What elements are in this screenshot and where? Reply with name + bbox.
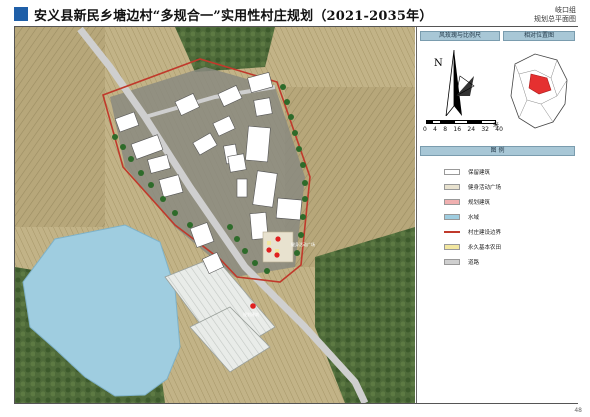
wind-rose: N xyxy=(434,49,475,116)
legend-panel-header: 图 例 xyxy=(420,146,575,156)
legend-item: 村庄建设边界 xyxy=(444,228,501,236)
subtitle-group-name: 岐口组 xyxy=(555,6,576,14)
scale-unit: 米 xyxy=(493,122,500,129)
marker-plaza-2[interactable] xyxy=(275,236,281,242)
satellite-map[interactable]: 健身活动广场 规划建筑 xyxy=(15,27,415,403)
scale-tick: 0 xyxy=(423,126,427,133)
scale-panel-header: 风玫瑰与比例尺 xyxy=(420,31,500,41)
scale-ticks: 0 4 8 16 24 32 40 xyxy=(423,126,503,133)
legend-item: 水域 xyxy=(444,213,479,221)
legend-label: 规划建筑 xyxy=(468,200,491,206)
legend-swatch-planned xyxy=(444,199,460,205)
scale-tick: 4 xyxy=(433,126,437,133)
page-title: 安义县新民乡塘边村“多规合一”实用性村庄规划（2021-2035年） xyxy=(34,8,433,24)
title-marker xyxy=(14,7,28,21)
location-map xyxy=(510,53,568,129)
map-subtitle: 岐口组 规划总平面图 xyxy=(534,6,576,24)
scale-tick: 16 xyxy=(453,126,462,133)
marker-plaza-3[interactable] xyxy=(274,252,280,258)
legend-item: 永久基本农田 xyxy=(444,243,501,251)
marker-planned-building[interactable] xyxy=(250,303,256,309)
subtitle-plan-name: 规划总平面图 xyxy=(534,15,576,23)
legend-label: 道路 xyxy=(468,260,480,266)
legend-swatch-plaza xyxy=(444,184,460,190)
legend-label: 永久基本农田 xyxy=(468,245,502,251)
legend-swatch-boundary xyxy=(444,230,460,234)
page-number: 48 xyxy=(574,407,582,414)
scale-tick: 24 xyxy=(467,126,476,133)
legend-item: 规划建筑 xyxy=(444,198,490,206)
location-panel-header: 相对位置图 xyxy=(503,31,575,41)
legend-item: 保留建筑 xyxy=(444,168,490,176)
north-label: N xyxy=(434,58,443,69)
legend-item: 健身活动广场 xyxy=(444,183,501,191)
legend-swatch-water xyxy=(444,214,460,220)
legend-label: 村庄建设边界 xyxy=(468,230,502,236)
legend-label: 保留建筑 xyxy=(468,170,491,176)
legend-label: 水域 xyxy=(468,215,480,221)
marker-plaza[interactable] xyxy=(266,247,272,253)
legend-swatch-farmland xyxy=(444,244,460,250)
legend-swatch-road xyxy=(444,259,460,265)
scale-tick: 32 xyxy=(481,126,489,133)
map-label-plaza: 健身活动广场 xyxy=(291,241,315,247)
map-canvas: 健身活动广场 规划建筑 xyxy=(15,27,415,403)
map-label-building: 规划建筑 xyxy=(243,311,259,317)
farmland-west xyxy=(15,27,105,227)
legend-item: 道路 xyxy=(444,258,479,266)
legend-swatch-retained xyxy=(444,169,460,175)
scale-bar xyxy=(426,120,496,124)
scale-tick: 8 xyxy=(443,126,448,133)
title-bar: 安义县新民乡塘边村“多规合一”实用性村庄规划（2021-2035年） xyxy=(14,4,433,24)
legend-label: 健身活动广场 xyxy=(468,185,502,191)
